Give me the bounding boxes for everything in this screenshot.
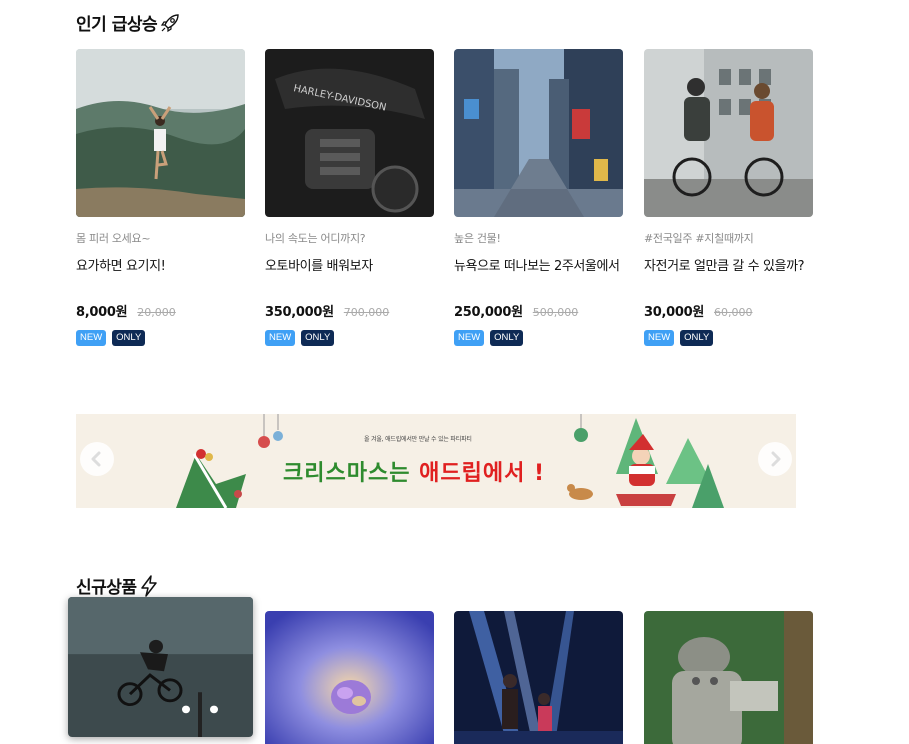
- only-badge: ONLY: [490, 330, 524, 346]
- product-original-price: 60,000: [714, 306, 753, 319]
- product-price: 350,000원: [265, 305, 334, 320]
- new-product-image[interactable]: [68, 597, 253, 737]
- product-image[interactable]: HARLEY-DAVIDSON: [265, 49, 434, 217]
- product-card[interactable]: 몸 피러 오세요~ 요가하면 요기지! 8,000원 20,000 NEW ON…: [76, 49, 245, 346]
- product-original-price: 20,000: [137, 306, 176, 319]
- section-title-hot-label: 인기 급상승: [76, 15, 158, 35]
- section-title-hot: 인기 급상승: [76, 10, 181, 35]
- new-badge: NEW: [76, 330, 107, 346]
- product-subtitle: #전국일주 #지칠때까지: [644, 232, 754, 245]
- section-title-new: 신규상품: [76, 573, 159, 598]
- product-card[interactable]: #전국일주 #지칠때까지 자전거로 얼만큼 갈 수 있을까? 30,000원 6…: [644, 49, 813, 346]
- new-product-image[interactable]: [454, 611, 623, 744]
- chevron-left-icon: [91, 451, 101, 467]
- carousel-next-button[interactable]: [758, 442, 792, 476]
- banner-headline-green: 크리스마스는: [283, 461, 420, 486]
- product-price: 8,000원: [76, 305, 128, 320]
- product-subtitle: 높은 건물!: [454, 232, 501, 245]
- new-product-image[interactable]: [644, 611, 813, 744]
- banner-headline-red: 애드립에서 !: [419, 461, 546, 486]
- only-badge: ONLY: [301, 330, 335, 346]
- banner-subtext: 올 겨울, 애드립에서만 만날 수 있는 파티파티: [364, 436, 472, 443]
- rocket-icon: [159, 12, 181, 34]
- new-badge: NEW: [454, 330, 485, 346]
- product-name[interactable]: 뉴욕으로 떠나보는 2주서울에서: [454, 258, 623, 292]
- only-badge: ONLY: [680, 330, 714, 346]
- product-name[interactable]: 자전거로 얼만큼 갈 수 있을까?: [644, 258, 813, 292]
- product-name[interactable]: 요가하면 요기지!: [76, 258, 245, 292]
- banner-headline: 크리스마스는 애드립에서 !: [283, 455, 545, 487]
- product-image[interactable]: [644, 49, 813, 217]
- carousel-prev-button[interactable]: [80, 442, 114, 476]
- christmas-banner[interactable]: 올 겨울, 애드립에서만 만날 수 있는 파티파티 크리스마스는 애드립에서 !: [76, 414, 796, 508]
- product-original-price: 500,000: [532, 306, 579, 319]
- product-subtitle: 몸 피러 오세요~: [76, 232, 151, 245]
- product-price: 250,000원: [454, 305, 523, 320]
- product-price: 30,000원: [644, 305, 705, 320]
- product-name[interactable]: 오토바이를 배워보자: [265, 258, 434, 292]
- product-image[interactable]: [76, 49, 245, 217]
- product-image[interactable]: [454, 49, 623, 217]
- section-title-new-label: 신규상품: [76, 578, 137, 598]
- product-card[interactable]: 높은 건물! 뉴욕으로 떠나보는 2주서울에서 250,000원 500,000…: [454, 49, 623, 346]
- product-subtitle: 나의 속도는 어디까지?: [265, 232, 366, 245]
- new-badge: NEW: [265, 330, 296, 346]
- product-original-price: 700,000: [343, 306, 390, 319]
- only-badge: ONLY: [112, 330, 146, 346]
- new-product-image[interactable]: [265, 611, 434, 744]
- new-badge: NEW: [644, 330, 675, 346]
- product-card[interactable]: HARLEY-DAVIDSON 나의 속도는 어디까지? 오토바이를 배워보자 …: [265, 49, 434, 346]
- chevron-right-icon: [771, 451, 781, 467]
- lightning-icon: [139, 574, 159, 597]
